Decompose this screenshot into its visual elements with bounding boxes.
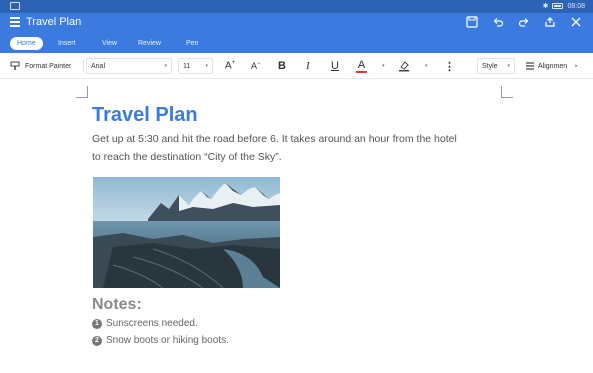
increase-font-size-button[interactable]: A+ xyxy=(225,58,235,74)
share-icon[interactable] xyxy=(543,15,557,29)
font-color-dropdown[interactable]: ▾ xyxy=(378,58,385,74)
underline-button[interactable]: U xyxy=(331,58,339,74)
ribbon-tabs: Home Insert View Review Pen xyxy=(0,33,593,53)
align-icon xyxy=(526,62,534,70)
highlight-button[interactable] xyxy=(398,58,410,74)
more-options-icon[interactable]: ⋮ xyxy=(444,58,455,74)
page-margin-corner-left xyxy=(76,86,88,98)
landscape-photo[interactable] xyxy=(93,177,280,288)
document-page[interactable]: Travel Plan Get up at 5:30 and hit the r… xyxy=(0,80,593,373)
tab-view[interactable]: View xyxy=(102,37,117,50)
document-title: Travel Plan xyxy=(26,16,82,28)
undo-icon[interactable] xyxy=(491,15,505,29)
redo-icon[interactable] xyxy=(517,15,531,29)
style-select[interactable]: Style ▾ xyxy=(477,58,515,74)
list-item[interactable]: 1 Sunscreens needed. xyxy=(92,318,198,329)
chevron-down-icon: ▾ xyxy=(507,63,510,69)
chevron-down-icon: ▾ xyxy=(382,63,385,69)
font-color-button[interactable]: A xyxy=(356,58,367,74)
chevron-down-icon: ▾ xyxy=(205,63,208,69)
tab-home[interactable]: Home xyxy=(10,37,43,50)
highlighter-icon xyxy=(399,61,409,72)
alignment-button[interactable]: Alignmen ▸ xyxy=(525,58,578,74)
chevron-down-icon: ▸ xyxy=(575,63,578,69)
font-size-select[interactable]: 11 ▾ xyxy=(178,58,213,74)
tab-review[interactable]: Review xyxy=(138,37,161,50)
list-item[interactable]: 2 Snow boots or hiking boots. xyxy=(92,335,229,346)
font-color-swatch xyxy=(356,70,367,73)
notes-heading[interactable]: Notes: xyxy=(92,296,142,314)
font-family-select[interactable]: Arial ▾ xyxy=(86,58,172,74)
save-icon[interactable] xyxy=(465,15,479,29)
bluetooth-icon: ✱ xyxy=(542,3,549,10)
paragraph-line-1: Get up at 5:30 and hit the road before 6… xyxy=(92,133,457,145)
title-bar: Travel Plan xyxy=(0,13,593,33)
font-size-value: 11 xyxy=(183,62,191,70)
chevron-down-icon: ▾ xyxy=(164,63,167,69)
highlight-dropdown[interactable]: ▾ xyxy=(421,58,428,74)
font-family-value: Arial xyxy=(91,62,106,70)
status-bar: ✱ 08:08 xyxy=(0,0,593,13)
document-paragraph[interactable]: Get up at 5:30 and hit the road before 6… xyxy=(92,130,502,166)
notification-icon xyxy=(10,2,20,10)
page-margin-corner-right xyxy=(501,86,513,98)
close-icon[interactable] xyxy=(569,15,583,29)
format-painter-label: Format Painter xyxy=(25,62,72,70)
battery-icon xyxy=(552,3,564,9)
format-painter-icon xyxy=(10,61,20,70)
style-label: Style xyxy=(482,62,498,70)
menu-icon[interactable] xyxy=(10,17,20,27)
note-text: Sunscreens needed. xyxy=(106,318,198,329)
tab-pen[interactable]: Pen xyxy=(186,37,198,50)
bold-button[interactable]: B xyxy=(278,58,286,74)
alignment-label: Alignmen xyxy=(538,62,568,70)
paragraph-line-2: to reach the destination “City of the Sk… xyxy=(92,151,282,163)
number-badge: 2 xyxy=(92,335,102,346)
format-painter-button[interactable]: Format Painter xyxy=(10,58,71,74)
chevron-down-icon: ▾ xyxy=(425,63,428,69)
font-color-letter: A xyxy=(357,58,366,71)
document-heading[interactable]: Travel Plan xyxy=(92,104,198,127)
decrease-font-size-button[interactable]: A− xyxy=(251,58,261,74)
tab-insert[interactable]: Insert xyxy=(58,37,76,50)
number-badge: 1 xyxy=(92,318,102,329)
increase-font-icon: A+ xyxy=(225,60,236,72)
status-time: 08:08 xyxy=(567,2,585,10)
note-text: Snow boots or hiking boots. xyxy=(106,335,229,346)
formatting-toolbar: Format Painter Arial ▾ 11 ▾ A+ A− B I U … xyxy=(0,53,593,79)
decrease-font-icon: A− xyxy=(251,61,261,71)
italic-button[interactable]: I xyxy=(306,58,310,74)
